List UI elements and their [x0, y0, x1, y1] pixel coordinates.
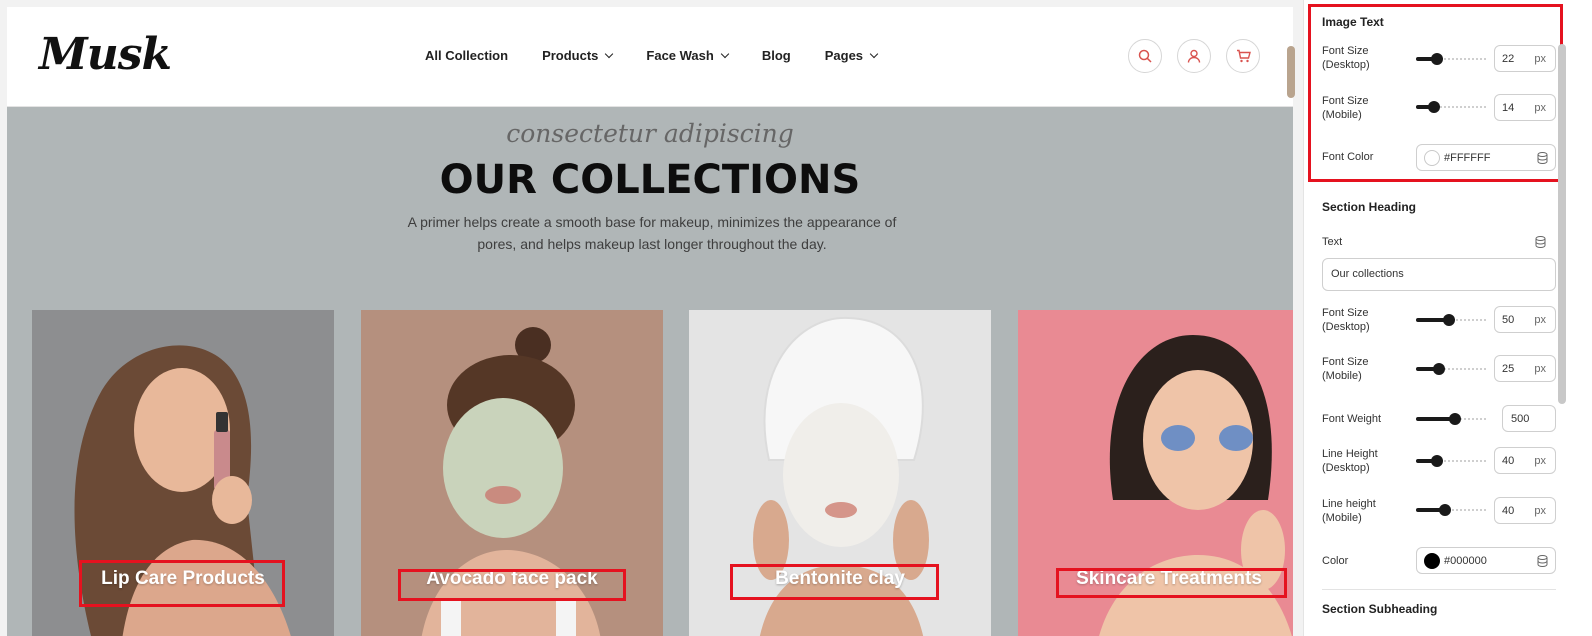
nav-all-collection[interactable]: All Collection: [425, 48, 508, 63]
slider-knob[interactable]: [1431, 455, 1443, 467]
nav-label: Face Wash: [646, 48, 714, 63]
nav-label: All Collection: [425, 48, 509, 63]
divider: [1322, 589, 1556, 590]
heading-font-size-desktop-slider[interactable]: [1416, 314, 1488, 326]
search-button[interactable]: [1128, 39, 1162, 73]
chevron-down-icon: [869, 49, 879, 58]
slider-knob[interactable]: [1449, 413, 1461, 425]
highlight-box: [398, 569, 626, 601]
section-heading: OUR COLLECTIONS: [439, 157, 861, 203]
text-label: Text: [1322, 236, 1343, 248]
slider-knob[interactable]: [1443, 314, 1455, 326]
settings-panel: Image Text Font Size (Desktop) 22 px Font…: [1303, 0, 1592, 636]
main-nav: All Collection Products Face Wash Blog P…: [425, 48, 911, 63]
nav-label: Pages: [824, 48, 864, 63]
nav-label: Products: [542, 48, 599, 63]
database-icon[interactable]: [1535, 236, 1546, 248]
nav-blog[interactable]: Blog: [762, 48, 791, 63]
user-icon: [1187, 49, 1201, 63]
heading-font-size-desktop-input[interactable]: 50 px: [1494, 306, 1556, 333]
nav-label: Blog: [761, 48, 791, 63]
section-description: A primer helps create a smooth base for …: [407, 214, 897, 252]
font-size-mobile-label: Font Size (Mobile): [1322, 356, 1369, 382]
line-height-desktop-slider[interactable]: [1416, 455, 1488, 467]
heading-text-input[interactable]: Our collections: [1322, 258, 1556, 291]
color-label: Color: [1322, 555, 1349, 567]
line-height-mobile-slider[interactable]: [1416, 504, 1488, 516]
line-height-mobile-input[interactable]: 40 px: [1494, 497, 1556, 524]
section-heading-title: Section Heading: [1322, 200, 1417, 214]
heading-font-size-mobile-slider[interactable]: [1416, 363, 1488, 375]
account-button[interactable]: [1177, 39, 1211, 73]
nav-pages[interactable]: Pages: [824, 48, 879, 63]
font-size-desktop-label: Font Size (Desktop): [1322, 307, 1370, 333]
highlight-box: [1056, 568, 1287, 598]
heading-color-picker[interactable]: #000000: [1416, 547, 1556, 574]
nav-face-wash[interactable]: Face Wash: [646, 48, 730, 63]
chevron-down-icon: [720, 49, 730, 58]
cart-button[interactable]: [1226, 39, 1260, 73]
section-subheading-title: Section Subheading: [1322, 602, 1438, 616]
search-icon: [1138, 49, 1152, 63]
chevron-down-icon: [605, 49, 614, 58]
line-height-desktop-label: Line Height (Desktop): [1322, 448, 1378, 474]
color-swatch: [1424, 553, 1440, 569]
section-subheading: consectetur adipiscing: [506, 119, 794, 148]
font-weight-input[interactable]: 500: [1502, 405, 1556, 432]
highlight-box: [79, 560, 285, 607]
font-weight-slider[interactable]: [1416, 413, 1488, 425]
site-logo[interactable]: Musk: [39, 29, 172, 80]
site-header: Musk All Collection Products Face Wash B…: [7, 7, 1293, 107]
cart-icon: [1236, 49, 1251, 63]
heading-font-size-mobile-input[interactable]: 25 px: [1494, 355, 1556, 382]
highlight-box: [1308, 4, 1563, 182]
font-weight-label: Font Weight: [1322, 413, 1382, 425]
nav-products[interactable]: Products: [542, 48, 614, 63]
line-height-mobile-label: Line height (Mobile): [1322, 498, 1376, 524]
preview-scrollbar[interactable]: [1287, 46, 1295, 98]
highlight-box: [730, 564, 939, 600]
database-icon[interactable]: [1537, 555, 1548, 567]
panel-scrollbar[interactable]: [1558, 44, 1566, 404]
slider-knob[interactable]: [1433, 363, 1445, 375]
line-height-desktop-input[interactable]: 40 px: [1494, 447, 1556, 474]
site-preview: Musk All Collection Products Face Wash B…: [7, 7, 1293, 636]
slider-knob[interactable]: [1439, 504, 1451, 516]
